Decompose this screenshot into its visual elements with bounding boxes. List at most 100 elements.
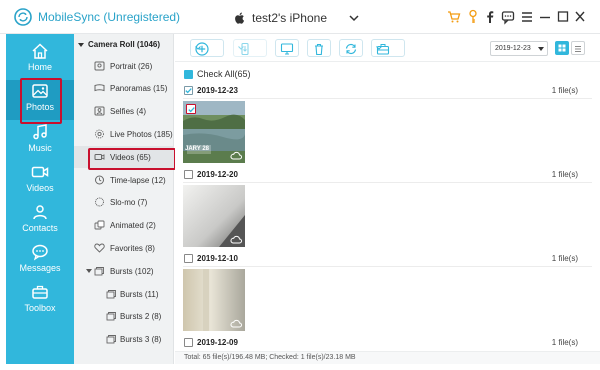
check-all-label: Check All(65) — [197, 69, 251, 79]
video-icon — [94, 154, 105, 160]
export-to-device-button[interactable] — [233, 39, 267, 57]
bursts-icon — [106, 290, 116, 299]
group-checkbox[interactable] — [184, 338, 193, 347]
panorama-icon — [94, 84, 105, 92]
nav-item-toolbox[interactable]: Toolbox — [6, 281, 74, 321]
bursts-icon — [106, 335, 116, 344]
check-icon — [185, 88, 192, 94]
media-grid: Check All(65) 2019-12-23 1 file(s) JARY … — [175, 62, 600, 351]
nav-item-music[interactable]: Music — [6, 121, 74, 161]
status-bar: Total: 65 file(s)/196.48 MB; Checked: 1 … — [175, 351, 600, 364]
group-checkbox[interactable] — [184, 170, 193, 179]
video-icon — [31, 166, 49, 178]
video-thumbnail[interactable] — [183, 269, 245, 331]
group-count: 1 file(s) — [551, 254, 578, 263]
refresh-icon — [345, 43, 357, 55]
key-icon[interactable] — [467, 9, 479, 25]
export-to-pc-icon — [280, 43, 294, 55]
item-checkbox[interactable] — [186, 104, 196, 114]
refresh-button[interactable] — [339, 39, 363, 57]
delete-button[interactable] — [307, 39, 331, 57]
group-checkbox[interactable] — [184, 86, 193, 95]
photo-icon — [32, 84, 48, 98]
group-count: 1 file(s) — [551, 86, 578, 95]
facebook-icon[interactable] — [485, 9, 495, 25]
chevron-down-icon — [195, 46, 201, 50]
nav-item-messages[interactable]: Messages — [6, 241, 74, 281]
album-item-time-lapse[interactable]: Time-lapse (12) — [74, 169, 174, 191]
maximize-icon[interactable] — [557, 9, 569, 25]
group-count: 1 file(s) — [551, 338, 578, 347]
portrait-icon — [94, 61, 105, 71]
album-item-panoramas[interactable]: Panoramas (15) — [74, 77, 174, 99]
video-thumbnail[interactable] — [183, 185, 245, 247]
album-item-selfies[interactable]: Selfies (4) — [74, 100, 174, 122]
date-group-header: 2019-12-23 1 file(s) — [175, 84, 600, 98]
status-text: Total: 65 file(s)/196.48 MB; Checked: 1 … — [184, 354, 356, 361]
export-to-pc-button[interactable] — [275, 39, 299, 57]
group-date: 2019-12-09 — [197, 338, 238, 347]
heart-icon — [94, 243, 105, 253]
nav-label: Home — [27, 62, 52, 72]
timelapse-icon — [95, 175, 104, 185]
grid-view-button[interactable] — [555, 41, 569, 55]
group-checkbox[interactable] — [184, 254, 193, 263]
caret-down-icon — [538, 47, 544, 51]
divider — [183, 266, 592, 267]
grid-icon — [558, 44, 566, 52]
nav-label: Contacts — [22, 223, 58, 233]
close-icon[interactable] — [574, 9, 586, 25]
app-logo-icon — [14, 8, 32, 26]
date-group-header: 2019-12-10 1 file(s) — [175, 252, 600, 266]
album-item-animated[interactable]: Animated (2) — [74, 214, 174, 236]
title-bar: MobileSync (Unregistered) test2's iPhone — [0, 0, 600, 34]
slomo-icon — [95, 197, 104, 207]
divider — [183, 182, 592, 183]
app-window: MobileSync (Unregistered) test2's iPhone — [0, 0, 600, 370]
album-item-bursts-1[interactable]: Bursts (11) — [74, 283, 174, 305]
chevron-down-icon[interactable] — [348, 13, 360, 23]
list-icon — [575, 46, 581, 52]
app-title: MobileSync (Unregistered) — [38, 10, 181, 24]
album-item-favorites[interactable]: Favorites (8) — [74, 237, 174, 259]
bursts-icon — [106, 312, 116, 321]
date-filter-value: 2019-12-23 — [495, 45, 531, 52]
selfie-icon — [94, 106, 105, 116]
check-all-checkbox[interactable] — [184, 70, 193, 79]
date-filter-select[interactable]: 2019-12-23 — [490, 41, 548, 56]
list-view-button[interactable] — [571, 41, 585, 55]
caret-down-icon — [86, 269, 92, 273]
album-item-portrait[interactable]: Portrait (26) — [74, 55, 174, 77]
device-name: test2's iPhone — [252, 11, 328, 25]
group-date: 2019-12-10 — [197, 254, 238, 263]
nav-item-home[interactable]: Home — [6, 40, 74, 80]
menu-icon[interactable] — [521, 9, 533, 25]
main-sidebar: Home Photos Music Videos Contacts Messag… — [6, 34, 74, 364]
chat-icon[interactable] — [501, 9, 515, 25]
check-icon — [188, 107, 195, 113]
date-group-header: 2019-12-20 1 file(s) — [175, 168, 600, 182]
album-item-bursts[interactable]: Bursts (102) — [74, 260, 174, 282]
add-button[interactable] — [190, 39, 224, 57]
album-item-slo-mo[interactable]: Slo-mo (7) — [74, 191, 174, 213]
album-item-bursts-2[interactable]: Bursts 2 (8) — [74, 305, 174, 327]
album-item-live-photos[interactable]: Live Photos (185) — [74, 123, 174, 145]
device-selector[interactable]: test2's iPhone — [234, 9, 327, 27]
toolbox-button[interactable] — [371, 39, 405, 57]
album-root[interactable]: Camera Roll (1046) — [78, 40, 160, 49]
animated-icon — [94, 220, 105, 230]
cart-icon[interactable] — [447, 9, 461, 25]
album-item-videos[interactable]: Videos (65) — [74, 146, 176, 170]
cloud-icon — [230, 151, 242, 160]
nav-item-videos[interactable]: Videos — [6, 161, 74, 201]
cloud-icon — [230, 235, 242, 244]
minimize-icon[interactable] — [539, 9, 551, 25]
nav-item-contacts[interactable]: Contacts — [6, 201, 74, 241]
live-photo-icon — [95, 129, 104, 139]
toolbar: 2019-12-23 — [175, 34, 600, 62]
window-controls — [447, 9, 587, 25]
chevron-down-icon — [376, 46, 382, 50]
album-item-bursts-3[interactable]: Bursts 3 (8) — [74, 328, 174, 350]
video-thumbnail[interactable]: JARY 28 — [183, 101, 245, 163]
nav-item-photos[interactable]: Photos — [6, 78, 74, 124]
